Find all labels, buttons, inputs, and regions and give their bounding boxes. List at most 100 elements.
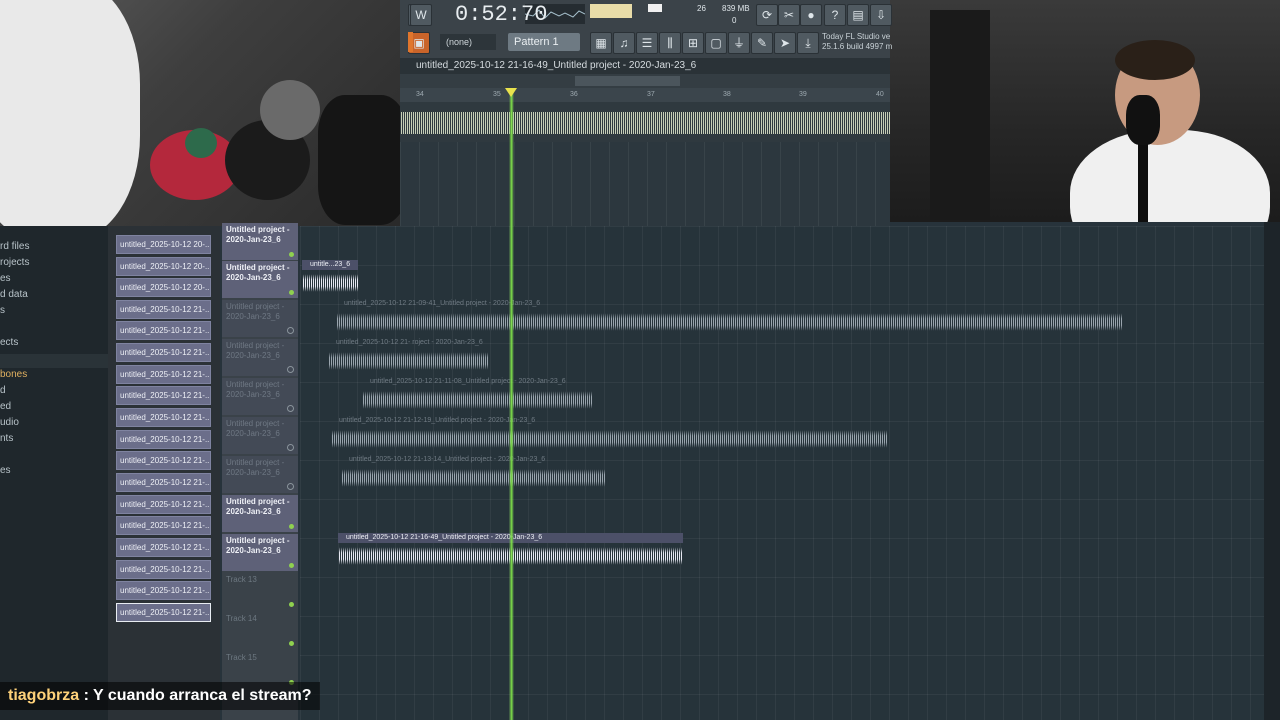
track-enable-icon[interactable] [289,602,294,607]
picker-item[interactable]: untitled_2025-10-12 20-... [116,257,211,276]
plug-icon[interactable]: ⏚ [728,32,750,54]
sidebar-item[interactable]: nts [0,433,13,444]
picker-item[interactable]: untitled_2025-10-12 21-... [116,300,211,319]
track-header[interactable]: Untitled project - 2020-Jan-23_6 [222,456,298,493]
picker-item[interactable]: untitled_2025-10-12 21-... [116,386,211,405]
refresh-icon[interactable]: ⟳ [756,4,778,26]
song-time-display[interactable]: 0:52:70 [455,2,547,27]
overview-scroll-handle[interactable] [575,76,680,86]
audio-clip[interactable]: untitled_2025-10-12 21-11-08_Untitled pr… [362,377,592,413]
picker-item[interactable]: untitled_2025-10-12 21-... [116,495,211,514]
mixer-icon[interactable]: ⫼ [659,32,681,54]
track-enable-icon[interactable] [289,252,294,257]
playlist-icon[interactable]: ▦ [590,32,612,54]
clip-label: untitled_2025-10-12 21-13-14_Untitled pr… [349,456,546,463]
export-icon[interactable]: ⇩ [870,4,892,26]
track-header[interactable]: Untitled project - 2020-Jan-23_6 [222,300,298,337]
sidebar-item[interactable]: rojects [0,257,29,268]
time-mode-icon[interactable]: W [410,4,432,26]
sidebar-item[interactable]: udio [0,417,19,428]
picker-item[interactable]: untitled_2025-10-12 21-... [116,408,211,427]
microphone-icon[interactable]: ● [800,4,822,26]
track-enable-icon[interactable] [289,641,294,646]
track-enable-icon[interactable] [289,563,294,568]
picker-item[interactable]: untitled_2025-10-12 20-... [116,235,211,254]
track-header[interactable]: Untitled project - 2020-Jan-23_6 [222,378,298,415]
picker-item[interactable]: untitled_2025-10-12 21-... [116,430,211,449]
playlist-upper-area[interactable] [400,142,890,226]
track-header[interactable]: Untitled project - 2020-Jan-23_6 [222,417,298,454]
track-header[interactable]: Untitled project - 2020-Jan-23_6 [222,339,298,376]
time-ruler[interactable]: 34 35 36 37 38 39 40 [400,88,890,102]
playlist-title[interactable]: untitled_2025-10-12 21-16-49_Untitled pr… [400,58,890,74]
audio-clip[interactable]: untitled_2025-10-12 21-12-19_Untitled pr… [331,416,887,452]
track-enable-icon[interactable] [287,327,294,334]
save-icon[interactable]: ▤ [847,4,869,26]
channel-rack-icon[interactable]: ☰ [636,32,658,54]
track-header[interactable]: Track 13 [222,573,298,610]
ruler-mark: 38 [723,91,731,98]
picker-item[interactable]: untitled_2025-10-12 21-... [116,581,211,600]
webcam-left [0,0,400,226]
track-enable-icon[interactable] [287,483,294,490]
picker-item[interactable]: untitled_2025-10-12 21-... [116,473,211,492]
ruler-mark: 40 [876,91,884,98]
picker-item[interactable]: untitled_2025-10-12 21-... [116,560,211,579]
track-enable-icon[interactable] [289,290,294,295]
sidebar-item[interactable]: s [0,305,5,316]
picker-item-selected[interactable]: untitled_2025-10-12 21-... [116,603,211,622]
sidebar-item[interactable]: es [0,465,11,476]
sidebar-item[interactable]: rd files [0,241,29,252]
sidebar-item[interactable]: d data [0,289,28,300]
sidebar-item[interactable]: es [0,273,11,284]
track-enable-icon[interactable] [287,444,294,451]
plugin-icon[interactable]: ▢ [705,32,727,54]
track-header[interactable]: Untitled project - 2020-Jan-23_6 [222,261,298,298]
browser-icon[interactable]: ⊞ [682,32,704,54]
audio-clip[interactable]: untitled_2025-10-12 21-09-41_Untitled pr… [336,299,1123,335]
download-icon[interactable]: ⤓ [797,32,819,54]
track-enable-icon[interactable] [287,366,294,373]
clip-waveform [302,272,358,294]
help-icon[interactable]: ? [824,4,846,26]
ruler-mark: 35 [493,91,501,98]
sidebar-item[interactable]: ed [0,401,11,412]
picker-item[interactable]: untitled_2025-10-12 20-... [116,278,211,297]
snap-selector[interactable]: (none) [440,34,496,50]
right-scrollbar[interactable] [1264,222,1280,720]
picker-item[interactable]: untitled_2025-10-12 21-... [116,538,211,557]
pattern-selector[interactable]: Pattern 1 [508,33,580,51]
record-indicator [408,32,413,52]
sidebar-item[interactable]: bones [0,369,27,380]
track-header[interactable]: Track 14 [222,612,298,649]
clip-waveform [362,389,592,411]
sidebar-item[interactable]: d [0,385,6,396]
picker-item[interactable]: untitled_2025-10-12 21-... [116,516,211,535]
audio-clip[interactable]: untitled_2025-10-12 21- roject - 2020-Ja… [328,338,488,374]
sidebar-item[interactable]: ects [0,337,18,348]
track-header[interactable]: Untitled project - 2020-Jan-23_6 [222,495,298,532]
cut-icon[interactable]: ✂ [778,4,800,26]
overview-bar[interactable] [400,74,890,88]
picker-item[interactable]: untitled_2025-10-12 21-... [116,365,211,384]
piano-roll-icon[interactable]: ♫ [613,32,635,54]
audio-clip[interactable]: untitle...23_6 [302,260,358,296]
stamp-icon[interactable]: ➤ [774,32,796,54]
playlist-grid[interactable]: untitle...23_6 untitled_2025-10-12 21-09… [300,226,1264,720]
track-label: Untitled project - 2020-Jan-23_6 [226,497,290,516]
track-header[interactable]: Untitled project - 2020-Jan-23_6 [222,534,298,571]
track-header[interactable]: Untitled project - 2020-Jan-23_6 [222,223,298,260]
track-enable-icon[interactable] [287,405,294,412]
webcam-right [890,0,1280,222]
track-label: Untitled project - 2020-Jan-23_6 [226,380,285,399]
track-enable-icon[interactable] [289,524,294,529]
voices-readout: 0 [732,16,737,25]
fl-info-line2: 25.1.6 build 4997 m [822,42,893,51]
top-audio-clip[interactable] [400,102,890,142]
picker-item[interactable]: untitled_2025-10-12 21-... [116,343,211,362]
picker-item[interactable]: untitled_2025-10-12 21-... [116,451,211,470]
playhead-marker-icon[interactable] [505,88,517,97]
audio-clip[interactable]: untitled_2025-10-12 21-13-14_Untitled pr… [341,455,606,491]
picker-item[interactable]: untitled_2025-10-12 21-... [116,321,211,340]
wand-icon[interactable]: ✎ [751,32,773,54]
